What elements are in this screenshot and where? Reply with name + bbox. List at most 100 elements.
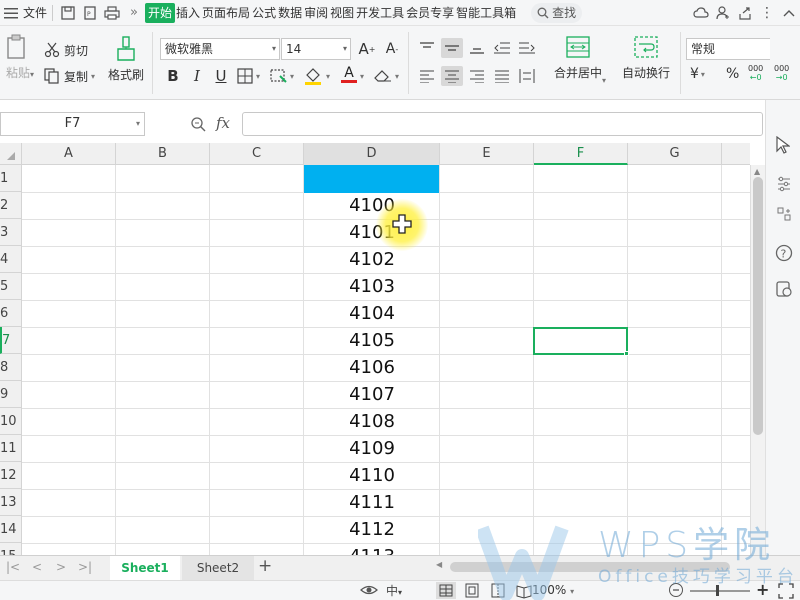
border-dropdown-icon[interactable]: ▾ xyxy=(256,72,260,81)
align-center-icon[interactable] xyxy=(441,66,463,86)
name-box[interactable]: F7 ▾ xyxy=(0,112,145,136)
font-size-select[interactable]: 14 ▾ xyxy=(281,38,351,60)
column-header-g[interactable]: G xyxy=(628,143,722,165)
scroll-left-icon[interactable]: ◀ xyxy=(436,560,442,569)
border-icon[interactable] xyxy=(234,66,256,86)
select-pointer-icon[interactable] xyxy=(776,135,791,157)
clear-format-icon[interactable] xyxy=(372,66,394,86)
export-pdf-icon[interactable]: P xyxy=(79,2,101,24)
print-icon[interactable] xyxy=(101,2,123,24)
row-header-11[interactable]: 11 xyxy=(0,435,22,462)
cell-style-icon[interactable] xyxy=(268,66,290,86)
justify-icon[interactable] xyxy=(491,66,513,86)
tab-view[interactable]: 视图 xyxy=(329,3,355,23)
prev-sheet-icon[interactable]: < xyxy=(32,560,42,574)
font-color-icon[interactable]: A xyxy=(338,64,360,84)
last-sheet-icon[interactable]: >| xyxy=(78,560,92,574)
row-header-10[interactable]: 10 xyxy=(0,408,22,435)
number-format-select[interactable]: 常规 xyxy=(686,38,770,60)
search-box[interactable]: 查找 xyxy=(531,2,583,23)
more-options-icon[interactable]: ⋮ xyxy=(756,2,778,24)
increase-indent-icon[interactable] xyxy=(516,38,538,58)
tab-formulas[interactable]: 公式 xyxy=(251,3,277,23)
cell-d10[interactable]: 4108 xyxy=(304,408,440,435)
sheet-tab-sheet2[interactable]: Sheet2 xyxy=(182,556,254,580)
cell-d11[interactable]: 4109 xyxy=(304,435,440,462)
row-header-14[interactable]: 14 xyxy=(0,516,22,543)
sheet-tab-sheet1[interactable]: Sheet1 xyxy=(110,556,180,580)
selected-cell-f7[interactable] xyxy=(533,327,628,355)
share-user-icon[interactable] xyxy=(712,2,734,24)
cell-d1-filled[interactable] xyxy=(304,165,439,193)
property-panel-icon[interactable] xyxy=(776,176,792,195)
cell-d12[interactable]: 4110 xyxy=(304,462,440,489)
column-header-d[interactable]: D xyxy=(304,143,440,165)
align-left-icon[interactable] xyxy=(416,66,438,86)
tab-member[interactable]: 会员专享 xyxy=(405,3,455,23)
column-header-c[interactable]: C xyxy=(210,143,304,165)
row-header-4[interactable]: 4 xyxy=(0,246,22,273)
column-header-f[interactable]: F xyxy=(534,143,628,165)
tab-page-layout[interactable]: 页面布局 xyxy=(201,3,251,23)
cell-d15[interactable]: 4113 xyxy=(304,543,440,555)
decrease-font-size-icon[interactable]: A- xyxy=(381,39,403,59)
tab-smart-toolbox[interactable]: 智能工具箱 xyxy=(455,3,517,23)
align-right-icon[interactable] xyxy=(466,66,488,86)
tab-data[interactable]: 数据 xyxy=(277,3,303,23)
row-header-6[interactable]: 6 xyxy=(0,300,22,327)
menu-file[interactable]: 文件 xyxy=(22,3,48,23)
cell-d9[interactable]: 4107 xyxy=(304,381,440,408)
paste-dropdown-icon[interactable]: ▾ xyxy=(30,70,34,79)
align-middle-icon[interactable] xyxy=(441,38,463,58)
decrease-decimal-button[interactable]: 000 →0 xyxy=(774,64,789,82)
zoom-slider-track[interactable] xyxy=(690,590,750,592)
format-painter-button[interactable]: 格式刷 xyxy=(106,36,146,92)
cell-grid[interactable]: 4100 4101 4102 4103 4104 4105 4106 4107 … xyxy=(22,165,750,555)
row-header-1[interactable]: 1 xyxy=(0,165,22,192)
font-color-dropdown-icon[interactable]: ▾ xyxy=(360,72,364,81)
row-header-2[interactable]: 2 xyxy=(0,192,22,219)
backup-icon[interactable] xyxy=(775,280,793,301)
merge-center-dropdown-icon[interactable]: ▾ xyxy=(602,76,606,85)
underline-icon[interactable]: U xyxy=(210,66,232,86)
bold-icon[interactable]: B xyxy=(162,66,184,86)
row-header-7[interactable]: 7 xyxy=(0,327,22,354)
currency-format-button[interactable]: ¥ ▾ xyxy=(690,66,705,82)
increase-font-size-icon[interactable]: A + xyxy=(356,39,378,59)
column-header-a[interactable]: A xyxy=(22,143,116,165)
collapse-ribbon-icon[interactable] xyxy=(778,2,800,24)
eye-protection-icon[interactable] xyxy=(360,583,378,600)
cell-d8[interactable]: 4106 xyxy=(304,354,440,381)
select-all-corner[interactable] xyxy=(0,143,22,165)
export-icon[interactable] xyxy=(734,2,756,24)
align-bottom-icon[interactable] xyxy=(466,38,488,58)
formula-input[interactable] xyxy=(242,112,763,136)
cell-d6[interactable]: 4104 xyxy=(304,300,440,327)
add-sheet-button[interactable]: + xyxy=(258,556,272,576)
data-tools-icon[interactable] xyxy=(776,206,792,225)
paste-button[interactable]: 粘贴 xyxy=(0,34,36,90)
input-method-icon[interactable]: 中▾ xyxy=(386,582,402,599)
row-header-9[interactable]: 9 xyxy=(0,381,22,408)
copy-button[interactable]: 复制 ▾ xyxy=(44,66,95,86)
increase-decimal-button[interactable]: 000 ←0 xyxy=(748,64,763,82)
font-name-select[interactable]: 微软雅黑 ▾ xyxy=(160,38,280,60)
zoom-lookup-icon[interactable] xyxy=(190,116,206,135)
wrap-text-button[interactable]: 自动换行 xyxy=(618,36,674,92)
column-header-b[interactable]: B xyxy=(116,143,210,165)
scroll-up-icon[interactable]: ▲ xyxy=(754,167,760,176)
row-header-3[interactable]: 3 xyxy=(0,219,22,246)
cloud-sync-icon[interactable] xyxy=(690,2,712,24)
clear-format-dropdown-icon[interactable]: ▾ xyxy=(395,72,399,81)
hamburger-menu-icon[interactable] xyxy=(0,2,22,24)
column-header-e[interactable]: E xyxy=(440,143,534,165)
tab-home[interactable]: 开始 xyxy=(145,2,176,23)
cut-button[interactable]: 剪切 xyxy=(44,40,88,60)
row-header-12[interactable]: 12 xyxy=(0,462,22,489)
decrease-indent-icon[interactable] xyxy=(491,38,513,58)
italic-icon[interactable]: I xyxy=(186,66,208,86)
cell-d5[interactable]: 4103 xyxy=(304,273,440,300)
align-top-icon[interactable] xyxy=(416,38,438,58)
tab-review[interactable]: 审阅 xyxy=(303,3,329,23)
cell-d13[interactable]: 4111 xyxy=(304,489,440,516)
